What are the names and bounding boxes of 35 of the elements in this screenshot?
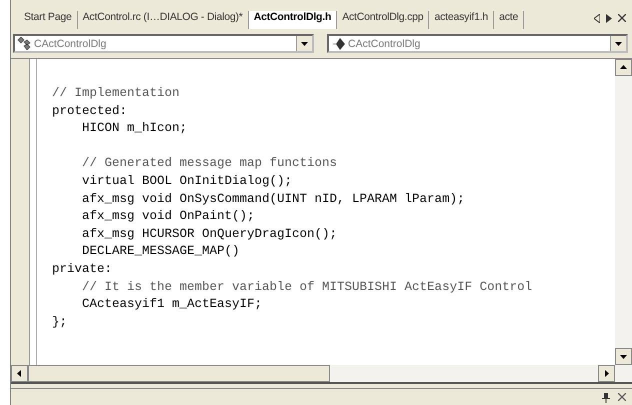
dropdown-arrow-icon — [301, 40, 308, 47]
class-icon — [17, 37, 31, 50]
method-icon — [331, 38, 345, 50]
dropdown-arrow-icon — [615, 40, 622, 47]
code-line: DECLARE_MESSAGE_MAP() — [81, 243, 241, 260]
document-tab[interactable]: ActControlDlg.h — [248, 11, 338, 29]
down-arrow-icon — [620, 353, 627, 360]
code-line: CActeasyif1 m_ActEasyIF; — [81, 296, 264, 314]
code-line: virtual BOOL OnInitDialog(); — [81, 172, 294, 190]
code-comment: // Implementation — [52, 85, 181, 102]
code-line: protected: — [52, 102, 128, 120]
code-line: private: — [52, 260, 114, 278]
code-line: HICON m_hIcon; — [81, 120, 188, 138]
close-icon[interactable] — [618, 393, 626, 401]
code-comment: // Generated message map functions — [81, 155, 338, 172]
scroll-left-icon[interactable] — [594, 14, 600, 23]
code-line: afx_msg HCURSOR OnQueryDragIcon(); — [81, 226, 338, 243]
right-arrow-icon — [603, 370, 610, 377]
scroll-right-icon[interactable] — [606, 14, 612, 23]
left-arrow-icon — [16, 370, 23, 377]
scrollbar-thumb[interactable] — [28, 365, 330, 382]
up-arrow-icon — [620, 64, 627, 71]
code-comment: // It is the member variable of MITSUBISHI ActEasyIF Control — [81, 278, 534, 296]
pin-icon[interactable] — [602, 393, 610, 403]
close-icon[interactable] — [618, 14, 626, 22]
code-editor[interactable] — [11, 59, 632, 365]
scroll-right-button[interactable] — [598, 365, 615, 382]
code-line: }; — [52, 314, 68, 331]
scroll-up-button[interactable] — [615, 59, 632, 76]
class-dropdown[interactable]: CActControlDlg — [13, 34, 314, 53]
code-line: afx_msg void OnSysCommand(UINT nID, LPARAM lParam); — [81, 190, 466, 208]
member-dropdown[interactable]: CActControlDlg — [327, 34, 628, 53]
scroll-left-button[interactable] — [11, 365, 28, 382]
code-line: afx_msg void OnPaint(); — [81, 208, 256, 226]
scroll-down-button[interactable] — [615, 348, 632, 365]
